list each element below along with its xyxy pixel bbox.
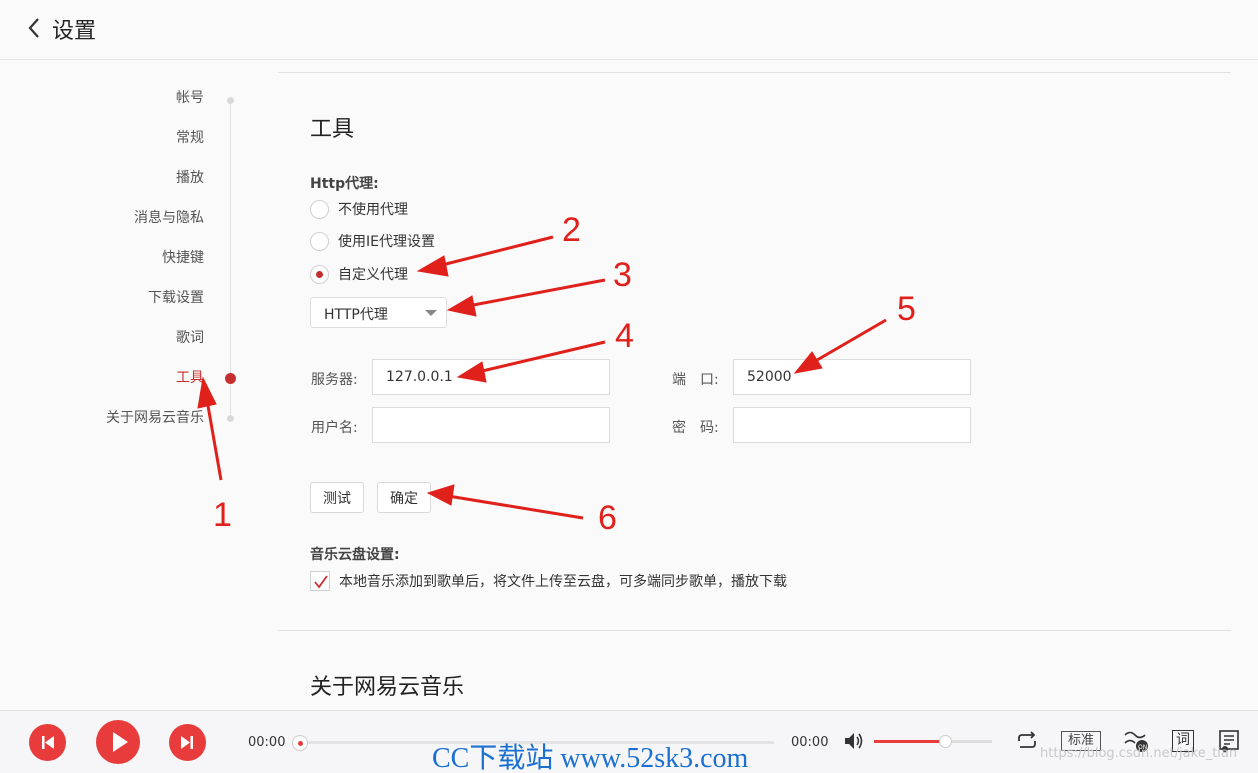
section-divider (278, 630, 1231, 631)
cloud-settings-label: 音乐云盘设置: (310, 547, 400, 563)
proxy-type-value: HTTP代理 (324, 307, 388, 323)
tools-section-title: 工具 (310, 117, 355, 142)
username-input[interactable] (372, 407, 610, 443)
radio-label: 自定义代理 (338, 267, 408, 283)
total-time: 00:00 (791, 735, 829, 750)
progress-knob[interactable] (292, 735, 308, 751)
password-label: 密 码: (672, 420, 719, 436)
play-icon (113, 732, 128, 752)
sidebar-item-account[interactable]: 帐号 (176, 87, 204, 109)
chevron-down-icon (425, 310, 437, 316)
watermark-url: https://blog.csdn.net/jake_tian (1040, 746, 1238, 761)
http-proxy-label: Http代理: (310, 176, 379, 192)
repeat-icon[interactable] (1015, 731, 1039, 751)
proxy-type-select[interactable]: HTTP代理 (310, 297, 447, 328)
page-title: 设置 (52, 19, 97, 44)
volume-slider[interactable] (874, 735, 992, 748)
annotation-number: 3 (613, 256, 632, 294)
volume-fill (874, 740, 945, 743)
annotation-number: 6 (598, 499, 617, 537)
skip-forward-icon (181, 736, 193, 749)
cloud-upload-checkbox[interactable] (310, 571, 330, 591)
server-label: 服务器: (311, 372, 358, 388)
sidebar-item-shortcuts[interactable]: 快捷键 (162, 247, 204, 269)
current-time: 00:00 (248, 735, 286, 750)
port-input[interactable] (733, 359, 971, 395)
back-arrow-icon[interactable] (26, 16, 42, 40)
radio-custom-proxy[interactable]: 自定义代理 (310, 264, 408, 284)
volume-icon[interactable] (843, 731, 865, 751)
skip-back-icon (42, 736, 54, 749)
annotation-number: 1 (213, 496, 232, 534)
confirm-button[interactable]: 确定 (377, 482, 431, 513)
sidebar-item-playback[interactable]: 播放 (176, 167, 204, 189)
volume-knob[interactable] (938, 735, 952, 748)
cloud-upload-label: 本地音乐添加到歌单后，将文件上传至云盘，可多端同步歌单，播放下载 (339, 574, 787, 590)
username-label: 用户名: (311, 420, 358, 436)
next-track-button[interactable] (169, 724, 206, 761)
server-input[interactable] (372, 359, 610, 395)
sidebar-item-about[interactable]: 关于网易云音乐 (106, 407, 204, 429)
radio-ie-proxy[interactable]: 使用IE代理设置 (310, 231, 435, 251)
port-label: 端 口: (672, 372, 719, 388)
sidebar-item-lyrics[interactable]: 歌词 (176, 327, 204, 349)
sidebar-dot (227, 415, 234, 422)
checkmark-icon (314, 575, 328, 589)
radio-label: 使用IE代理设置 (338, 234, 435, 250)
radio-circle[interactable] (310, 231, 329, 251)
sidebar-item-tools[interactable]: 工具 (176, 367, 204, 389)
radio-circle[interactable] (310, 199, 329, 219)
sidebar-dot (227, 97, 234, 104)
sidebar-item-download[interactable]: 下载设置 (148, 287, 204, 309)
radio-label: 不使用代理 (338, 202, 408, 218)
radio-circle-checked[interactable] (310, 264, 329, 284)
annotation-number: 4 (615, 317, 634, 355)
sidebar-timeline (230, 100, 231, 420)
sidebar-item-general[interactable]: 常规 (176, 127, 204, 149)
settings-sidebar: 帐号 常规 播放 消息与隐私 快捷键 下载设置 歌词 工具 关于网易云音乐 (0, 60, 250, 710)
watermark-text: CC下载站 www.52sk3.com (432, 743, 749, 773)
radio-no-proxy[interactable]: 不使用代理 (310, 199, 408, 219)
sidebar-active-dot (225, 373, 236, 384)
sidebar-item-privacy[interactable]: 消息与隐私 (134, 207, 204, 229)
password-input[interactable] (733, 407, 971, 443)
settings-header: 设置 (0, 0, 1258, 60)
previous-track-button[interactable] (29, 724, 66, 761)
annotation-number: 5 (897, 290, 916, 328)
annotation-number: 2 (562, 211, 581, 249)
section-divider (278, 72, 1231, 73)
about-section-title: 关于网易云音乐 (310, 675, 465, 700)
play-button[interactable] (96, 720, 140, 764)
test-button[interactable]: 测试 (310, 482, 364, 513)
